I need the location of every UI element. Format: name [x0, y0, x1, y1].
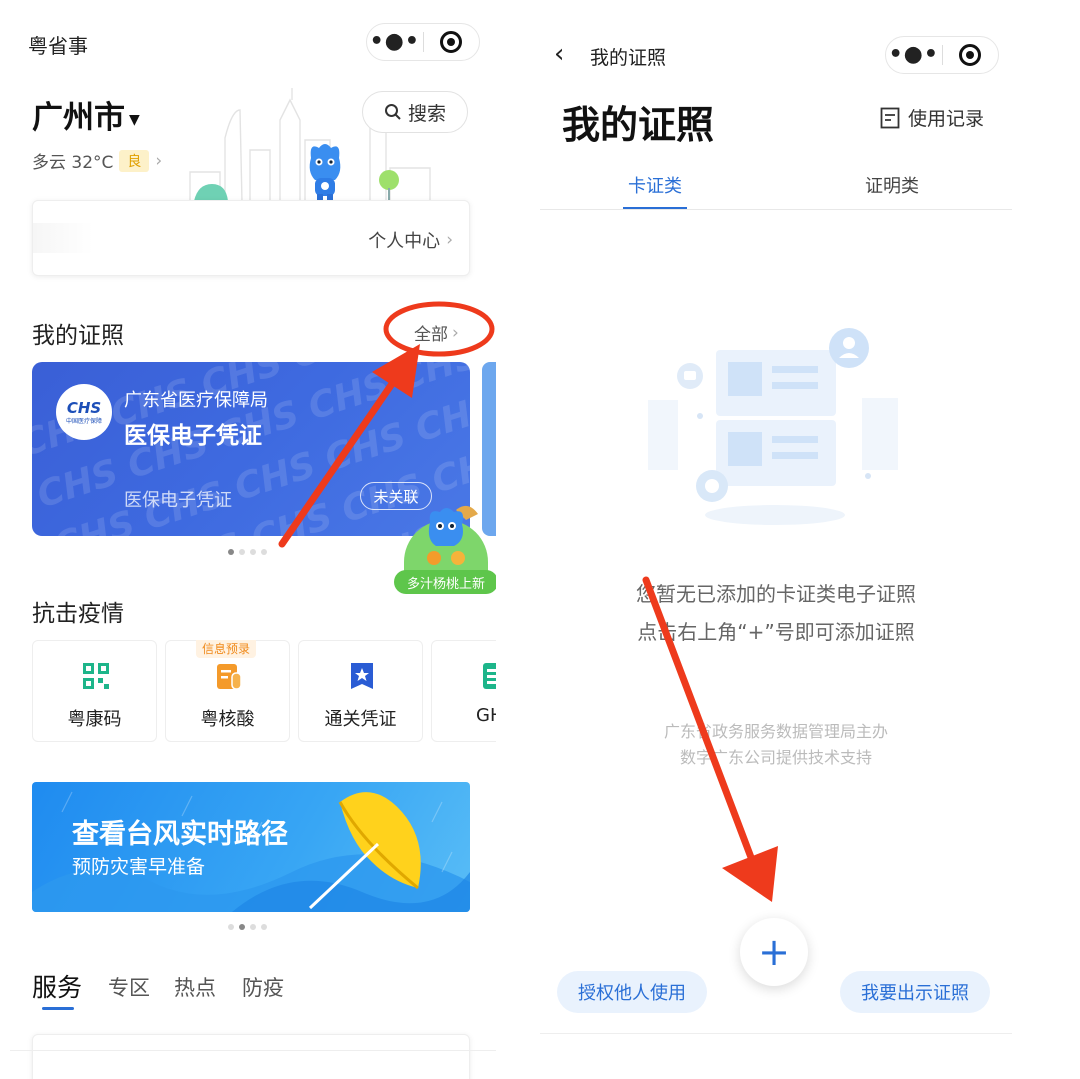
- arrowhead-up: [372, 344, 420, 398]
- arrow-to-add-button: [642, 576, 756, 864]
- annotation-arrows: [278, 344, 778, 902]
- arrow-to-all-link: [278, 374, 400, 548]
